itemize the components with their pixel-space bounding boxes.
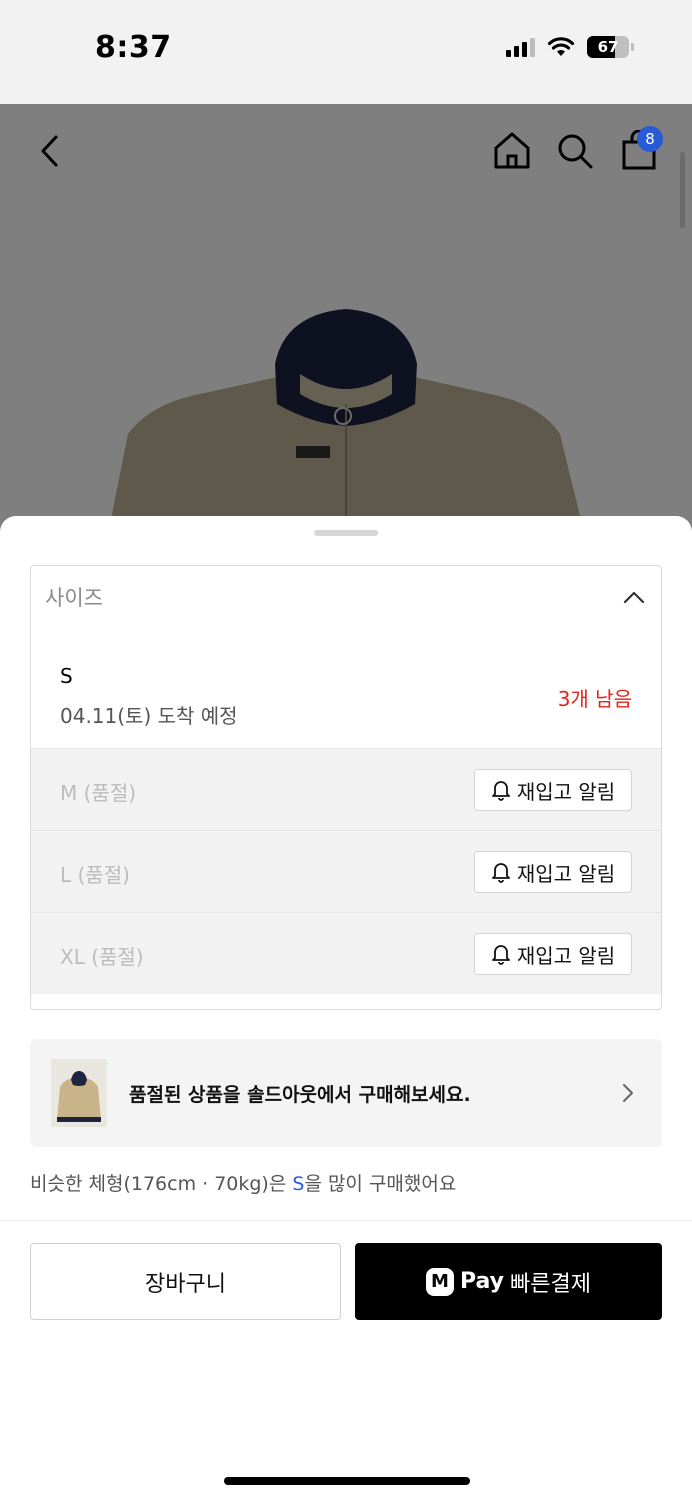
chevron-right-icon	[623, 1084, 633, 1102]
option-bottom-sheet: 사이즈 S 04.11(토) 도착 예정 3개 남음 M (품절) 재입고 알림…	[0, 516, 692, 1500]
similar-prefix: 비슷한 체형(176cm · 70kg)은	[30, 1173, 293, 1195]
sheet-grabber[interactable]	[314, 530, 378, 536]
divider	[0, 1220, 692, 1221]
size-option-name: L (품절)	[60, 863, 130, 887]
mpay-logo-icon: M	[425, 1267, 454, 1296]
battery-level: 67	[597, 38, 619, 56]
delivery-eta: 04.11(토) 도착 예정	[60, 704, 238, 728]
add-to-cart-label: 장바구니	[145, 1271, 226, 1297]
soldout-banner-text: 품절된 상품을 솔드아웃에서 구매해보세요.	[129, 1084, 471, 1106]
status-bar: 8:37 67	[0, 0, 692, 104]
restock-alert-button[interactable]: 재입고 알림	[474, 769, 632, 811]
cart-count-badge: 8	[637, 126, 663, 152]
restock-alert-button[interactable]: 재입고 알림	[474, 851, 632, 893]
stock-remaining: 3개 남음	[557, 687, 632, 711]
soldout-banner[interactable]: 품절된 상품을 솔드아웃에서 구매해보세요.	[30, 1039, 662, 1147]
restock-alert-label: 재입고 알림	[516, 779, 616, 804]
similar-size: S	[292, 1173, 305, 1195]
chevron-up-icon	[623, 591, 645, 604]
size-option-s[interactable]: S 04.11(토) 도착 예정 3개 남음	[31, 628, 661, 748]
size-dropdown[interactable]: 사이즈	[30, 565, 662, 629]
product-thumbnail	[51, 1059, 107, 1127]
restock-alert-label: 재입고 알림	[516, 861, 616, 886]
battery-cap	[631, 43, 634, 51]
add-to-cart-button[interactable]: 장바구니	[30, 1243, 341, 1320]
size-option-xl: XL (품절) 재입고 알림	[31, 912, 661, 994]
size-option-l: L (품절) 재입고 알림	[31, 830, 661, 912]
restock-alert-label: 재입고 알림	[516, 943, 616, 968]
bell-icon	[491, 863, 510, 883]
similar-body-recommendation: 비슷한 체형(176cm · 70kg)은 S을 많이 구매했어요	[30, 1169, 456, 1196]
quick-pay-label: 빠른결제	[510, 1271, 591, 1297]
bell-icon	[491, 945, 510, 965]
quick-pay-button[interactable]: M Pay 빠른결제	[355, 1243, 662, 1320]
wifi-icon	[547, 37, 575, 56]
size-option-name: XL (품절)	[60, 945, 144, 969]
size-option-list: S 04.11(토) 도착 예정 3개 남음 M (품절) 재입고 알림 L (…	[30, 628, 662, 1010]
status-icons: 67	[506, 36, 634, 58]
scroll-indicator	[680, 152, 685, 228]
pay-word: Pay	[459, 1269, 505, 1294]
size-option-name: S	[60, 664, 73, 688]
battery-icon: 67	[587, 36, 629, 58]
size-option-name: M (품절)	[60, 781, 137, 805]
bell-icon	[491, 781, 510, 801]
home-indicator	[224, 1477, 470, 1485]
size-dropdown-label: 사이즈	[45, 586, 103, 610]
cellular-signal-icon	[506, 37, 535, 57]
status-time: 8:37	[95, 30, 172, 65]
size-option-m: M (품절) 재입고 알림	[31, 748, 661, 830]
restock-alert-button[interactable]: 재입고 알림	[474, 933, 632, 975]
similar-suffix: 을 많이 구매했어요	[304, 1173, 457, 1195]
